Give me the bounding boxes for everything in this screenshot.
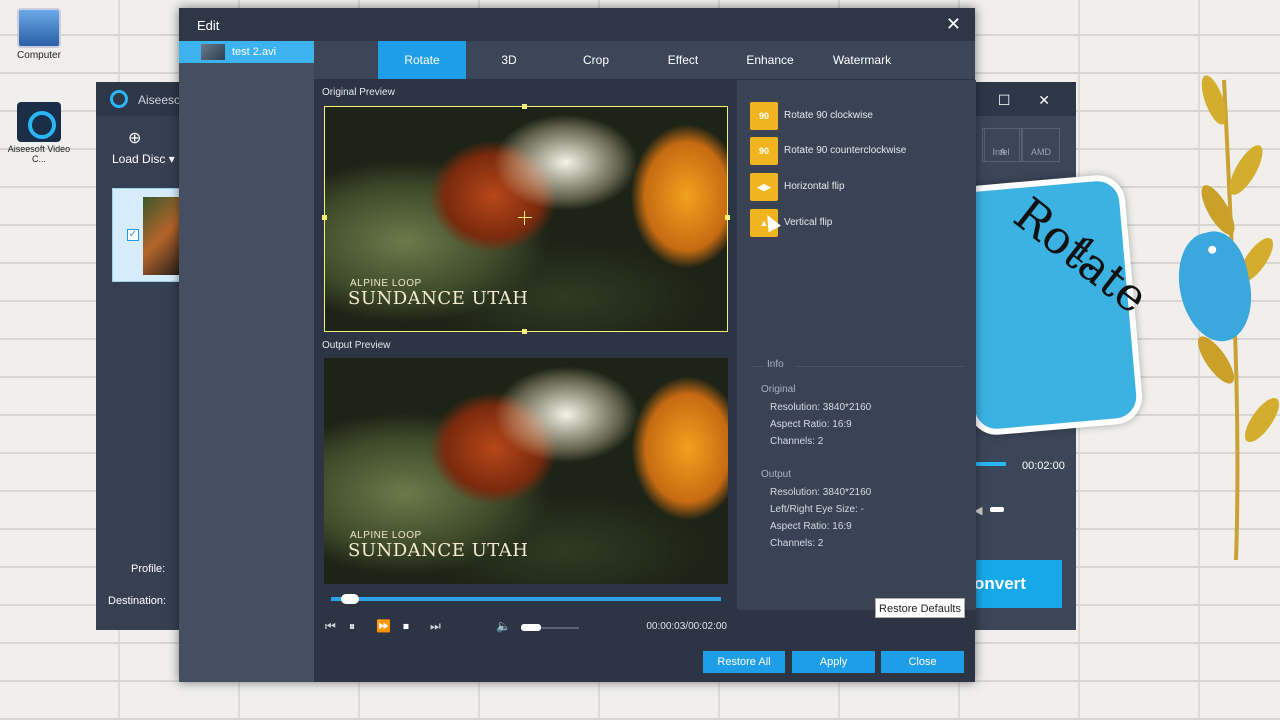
volume-slider[interactable] (521, 624, 579, 631)
info-output-aspect: Aspect Ratio: 16:9 (770, 521, 852, 532)
info-divider (751, 366, 763, 367)
info-original-heading: Original (761, 384, 796, 395)
horizontal-flip-icon: ◀▶ (750, 173, 778, 201)
desktop-icon-label: Computer (17, 50, 61, 61)
crop-center-crosshair-icon (518, 211, 532, 225)
convert-button[interactable]: onvert (974, 560, 1062, 608)
rotate-counterclockwise-icon: 90 (750, 137, 778, 165)
crop-handle-bottom[interactable] (522, 329, 527, 334)
next-frame-icon[interactable]: ⏭ (430, 619, 441, 634)
thumbnail-image (143, 197, 183, 275)
volume-knob[interactable] (521, 624, 542, 631)
crop-handle-right[interactable] (725, 215, 730, 220)
file-list-sidebar: test 2.avi (179, 41, 314, 682)
info-output-resolution: Resolution: 3840*2160 (770, 487, 872, 498)
load-disc-button[interactable]: Load Disc ▾ (112, 152, 175, 166)
info-output-heading: Output (761, 469, 792, 480)
seek-knob[interactable] (340, 594, 359, 604)
close-button[interactable]: Close (881, 651, 964, 673)
output-preview-label: Output Preview (322, 340, 391, 351)
desktop-icon-label: Aiseesoft Video C... (7, 144, 71, 164)
aiseesoft-app-icon (17, 102, 61, 142)
window-controls[interactable]: – ☐ ✕ (962, 92, 1062, 109)
tab-enhance[interactable]: Enhance (726, 41, 814, 79)
tab-rotate[interactable]: Rotate (378, 41, 466, 79)
restore-defaults-button[interactable]: Restore Defaults (875, 598, 965, 618)
video-title: SUNDANCE UTAH (348, 540, 529, 561)
close-icon[interactable]: ✕ (946, 14, 961, 35)
info-original-channels: Channels: 2 (770, 436, 824, 447)
gpu-badge-intel: Intel (982, 128, 1020, 162)
info-original-aspect: Aspect Ratio: 16:9 (770, 419, 852, 430)
background-file-thumbnail[interactable]: ✓ (112, 188, 183, 282)
gpu-badge-amd: AMD (1022, 128, 1060, 162)
destination-label: Destination: (108, 595, 167, 607)
timecode: 00:00:03/00:02:00 (646, 621, 727, 632)
dialog-titlebar: Edit ✕ (179, 8, 975, 41)
aiseesoft-logo-icon (110, 90, 128, 108)
info-output-channels: Channels: 2 (770, 538, 824, 549)
rotate-option-label: Rotate 90 counterclockwise (784, 145, 907, 156)
rotate-options-panel: 90 Rotate 90 clockwise 90 Rotate 90 coun… (737, 80, 976, 610)
background-app-title: Aiseeso (138, 93, 181, 107)
restore-all-button[interactable]: Restore All (703, 651, 785, 673)
rotate-clockwise-icon: 90 (750, 102, 778, 130)
file-thumbnail (201, 44, 225, 60)
dialog-title: Edit (197, 18, 220, 33)
rotate-option-label: Vertical flip (784, 217, 833, 228)
info-title: Info (767, 359, 784, 370)
profile-label: Profile: (131, 563, 166, 575)
info-output-eye-size: Left/Right Eye Size: - (770, 504, 864, 515)
load-disc-icon: ⊕ (128, 130, 142, 147)
original-preview-label: Original Preview (322, 87, 395, 98)
previous-frame-icon[interactable]: ⏮ (325, 619, 336, 634)
info-divider (797, 366, 963, 367)
background-progress-bar (974, 462, 1006, 466)
crop-handle-left[interactable] (322, 215, 327, 220)
tab-effect[interactable]: Effect (640, 41, 726, 79)
file-name: test 2.avi (232, 46, 277, 58)
output-preview: ALPINE LOOP SUNDANCE UTAH (324, 358, 728, 584)
playback-controls: ⏮ ⏸ ⏩ ⏹ ⏭ 🔈 00:00:03/00:02:00 (315, 616, 737, 638)
rotate-option-label: Horizontal flip (784, 181, 845, 192)
stop-icon[interactable]: ⏹ (403, 619, 409, 634)
rotate-option-label: Rotate 90 clockwise (784, 110, 873, 121)
tab-crop[interactable]: Crop (552, 41, 640, 79)
desktop-icon-computer[interactable]: Computer (4, 8, 74, 61)
desktop-icon-aiseesoft[interactable]: Aiseesoft Video C... (4, 102, 74, 164)
file-checkbox[interactable]: ✓ (127, 229, 139, 241)
volume-icon[interactable]: 🔈 (496, 619, 511, 633)
fast-forward-icon[interactable]: ⏩ (376, 619, 391, 633)
crop-handle-top[interactable] (522, 104, 527, 109)
file-list-item[interactable]: test 2.avi (179, 41, 314, 63)
seek-bar[interactable] (331, 594, 721, 604)
tab-watermark[interactable]: Watermark (814, 41, 910, 79)
pause-icon[interactable]: ⏸ (349, 619, 355, 634)
computer-icon (17, 8, 61, 48)
apply-button[interactable]: Apply (792, 651, 875, 673)
background-timecode: 00:02:00 (1022, 460, 1065, 472)
load-disc-label: Load Disc (112, 152, 166, 166)
background-volume-slider[interactable] (990, 507, 1004, 512)
tab-3d[interactable]: 3D (466, 41, 552, 79)
info-original-resolution: Resolution: 3840*2160 (770, 402, 872, 413)
